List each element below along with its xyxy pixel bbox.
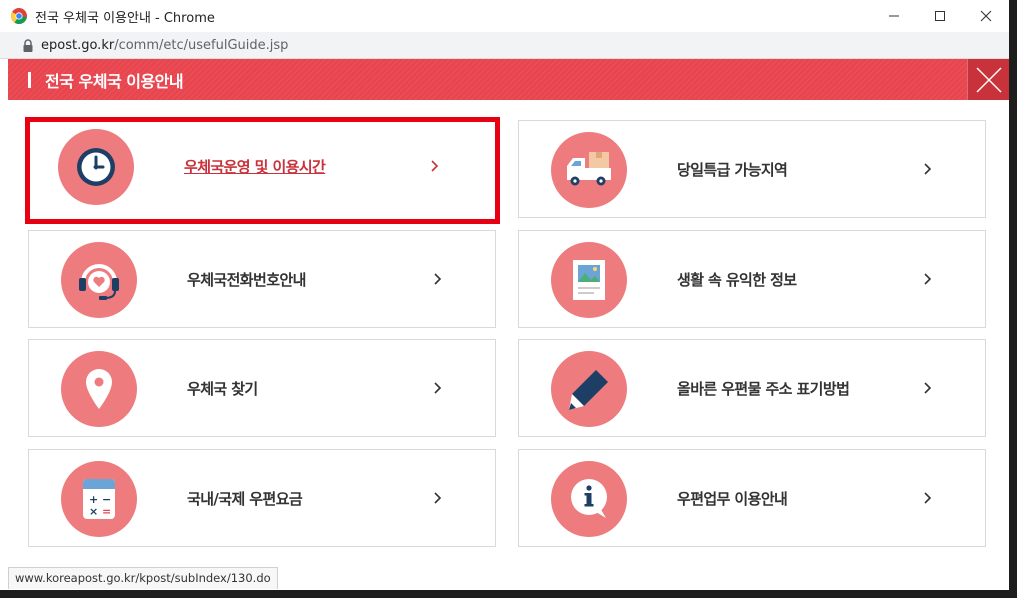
close-icon bbox=[976, 67, 1001, 92]
icon-circle bbox=[551, 351, 627, 427]
lock-icon bbox=[22, 38, 34, 52]
icon-circle bbox=[551, 242, 627, 318]
chevron-right-icon bbox=[433, 271, 443, 287]
status-bar-link-preview: www.koreapost.go.kr/kpost/subIndex/130.d… bbox=[8, 567, 278, 589]
url-host: epost.go.kr bbox=[41, 37, 115, 53]
browser-window: 전국 우체국 이용안내 - Chrome epost.go.kr/comm/et… bbox=[0, 0, 1009, 590]
headset-icon bbox=[79, 264, 119, 300]
card-label: 생활 속 유익한 정보 bbox=[677, 271, 797, 289]
chevron-right-icon bbox=[430, 158, 440, 174]
icon-circle: + − × = bbox=[61, 461, 137, 537]
chevron-right-icon bbox=[923, 161, 933, 177]
card-postal-services-guide[interactable]: 우편업무 이용안내 bbox=[518, 449, 986, 547]
icon-circle bbox=[58, 129, 134, 205]
address-bar[interactable]: epost.go.kr/comm/etc/usefulGuide.jsp bbox=[0, 32, 1009, 59]
card-label: 우체국 찾기 bbox=[187, 380, 258, 398]
header-bar-accent bbox=[28, 71, 31, 88]
maximize-icon bbox=[935, 11, 945, 21]
clock-icon bbox=[77, 148, 115, 186]
calculator-icon: + − × = bbox=[83, 479, 115, 519]
chevron-right-icon bbox=[923, 490, 933, 506]
window-title: 전국 우체국 이용안내 - Chrome bbox=[35, 10, 215, 26]
popup-header: 전국 우체국 이용안내 bbox=[8, 59, 1009, 100]
window-close-button[interactable] bbox=[963, 0, 1009, 32]
card-find-post-office[interactable]: 우체국 찾기 bbox=[28, 339, 496, 437]
icon-circle bbox=[551, 461, 627, 537]
svg-text:×: × bbox=[89, 505, 98, 518]
card-phone-numbers[interactable]: 우체국전화번호안내 bbox=[28, 230, 496, 328]
icon-circle bbox=[551, 132, 627, 208]
chevron-right-icon bbox=[433, 490, 443, 506]
popup-title: 전국 우체국 이용안내 bbox=[45, 71, 184, 91]
minimize-icon bbox=[889, 15, 899, 17]
info-bubble-icon bbox=[571, 479, 607, 518]
card-label: 당일특급 가능지역 bbox=[677, 161, 788, 179]
card-same-day-express[interactable]: 당일특급 가능지역 bbox=[518, 120, 986, 218]
url-path: /comm/etc/usefulGuide.jsp bbox=[114, 37, 289, 53]
chevron-right-icon bbox=[923, 271, 933, 287]
pencil-icon bbox=[569, 370, 608, 410]
maximize-button[interactable] bbox=[917, 0, 963, 32]
window-controls bbox=[871, 0, 1009, 32]
popup-close-button[interactable] bbox=[967, 59, 1009, 100]
card-useful-info[interactable]: 생활 속 유익한 정보 bbox=[518, 230, 986, 328]
title-bar: 전국 우체국 이용안내 - Chrome bbox=[0, 0, 1009, 32]
svg-text:=: = bbox=[102, 505, 111, 518]
card-label: 우체국전화번호안내 bbox=[187, 271, 306, 289]
map-pin-icon bbox=[86, 369, 112, 409]
card-postage-rates[interactable]: + − × = 국내/국제 우편요금 bbox=[28, 449, 496, 547]
icon-circle bbox=[61, 242, 137, 318]
url-text[interactable]: epost.go.kr/comm/etc/usefulGuide.jsp bbox=[41, 38, 288, 53]
card-label: 국내/국제 우편요금 bbox=[187, 490, 303, 508]
card-address-writing[interactable]: 올바른 우편물 주소 표기방법 bbox=[518, 339, 986, 437]
icon-circle bbox=[61, 351, 137, 427]
chevron-right-icon bbox=[433, 380, 443, 396]
card-post-office-hours[interactable]: 우체국운영 및 이용시간 bbox=[25, 117, 500, 224]
card-label: 올바른 우편물 주소 표기방법 bbox=[677, 380, 850, 398]
card-label: 우체국운영 및 이용시간 bbox=[184, 158, 326, 176]
chrome-logo-icon bbox=[11, 8, 27, 24]
delivery-truck-icon bbox=[567, 152, 611, 186]
card-label: 우편업무 이용안내 bbox=[677, 490, 788, 508]
picture-book-icon bbox=[573, 260, 605, 300]
minimize-button[interactable] bbox=[871, 0, 917, 32]
window-close-icon bbox=[980, 10, 992, 22]
chevron-right-icon bbox=[923, 380, 933, 396]
